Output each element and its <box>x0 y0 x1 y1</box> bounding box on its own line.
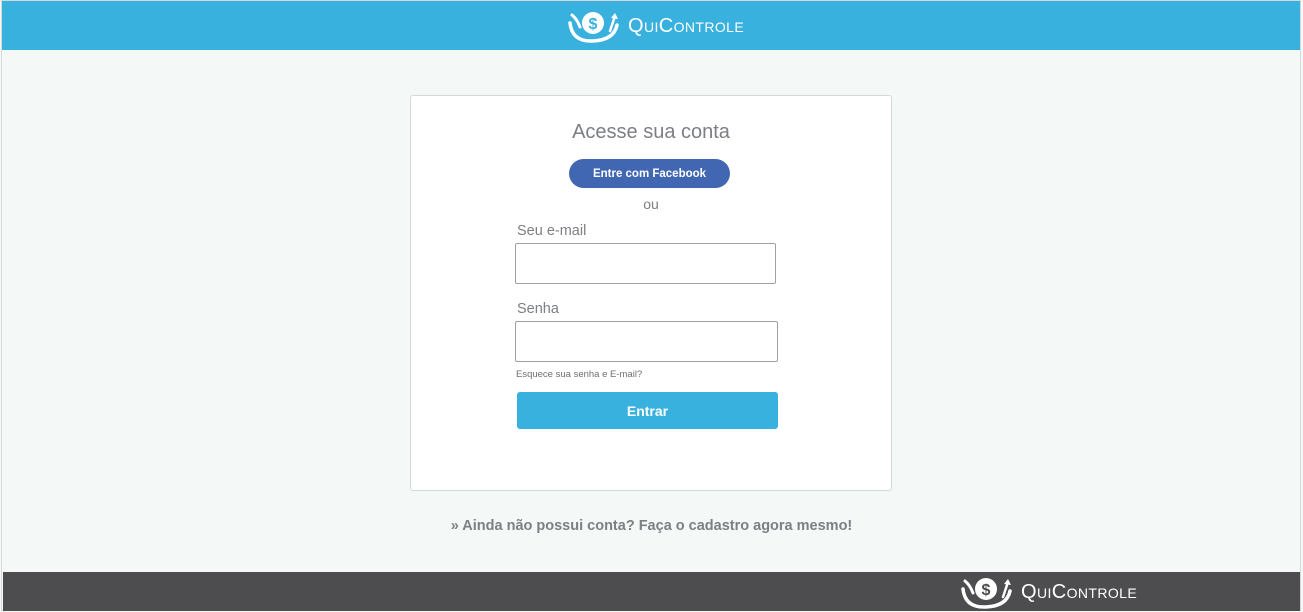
or-divider-text: ou <box>643 196 659 212</box>
money-hand-icon: $ <box>568 9 620 43</box>
brand-name: QuiControle <box>1021 580 1138 603</box>
facebook-login-button[interactable]: Entre com Facebook <box>569 159 730 188</box>
password-field[interactable] <box>515 321 778 362</box>
money-hand-icon: $ <box>961 575 1013 609</box>
header-brand[interactable]: $ QuiControle <box>568 9 744 43</box>
login-title: Acesse sua conta <box>572 121 730 143</box>
footer: $ QuiControle <box>3 572 1300 611</box>
footer-brand[interactable]: $ QuiControle <box>961 575 1137 609</box>
signup-link[interactable]: » Ainda não possui conta? Faça o cadastr… <box>0 518 1303 534</box>
svg-text:$: $ <box>982 582 991 599</box>
password-label: Senha <box>517 301 559 317</box>
email-label: Seu e-mail <box>517 223 587 239</box>
svg-text:$: $ <box>589 16 598 33</box>
login-card: Acesse sua conta Entre com Facebook ou S… <box>410 95 892 491</box>
email-field[interactable] <box>515 243 776 284</box>
brand-name: QuiControle <box>628 14 745 37</box>
login-submit-button[interactable]: Entrar <box>517 392 778 429</box>
forgot-password-link[interactable]: Esquece sua senha e E-mail? <box>516 369 642 380</box>
top-header: $ QuiControle <box>2 1 1300 50</box>
